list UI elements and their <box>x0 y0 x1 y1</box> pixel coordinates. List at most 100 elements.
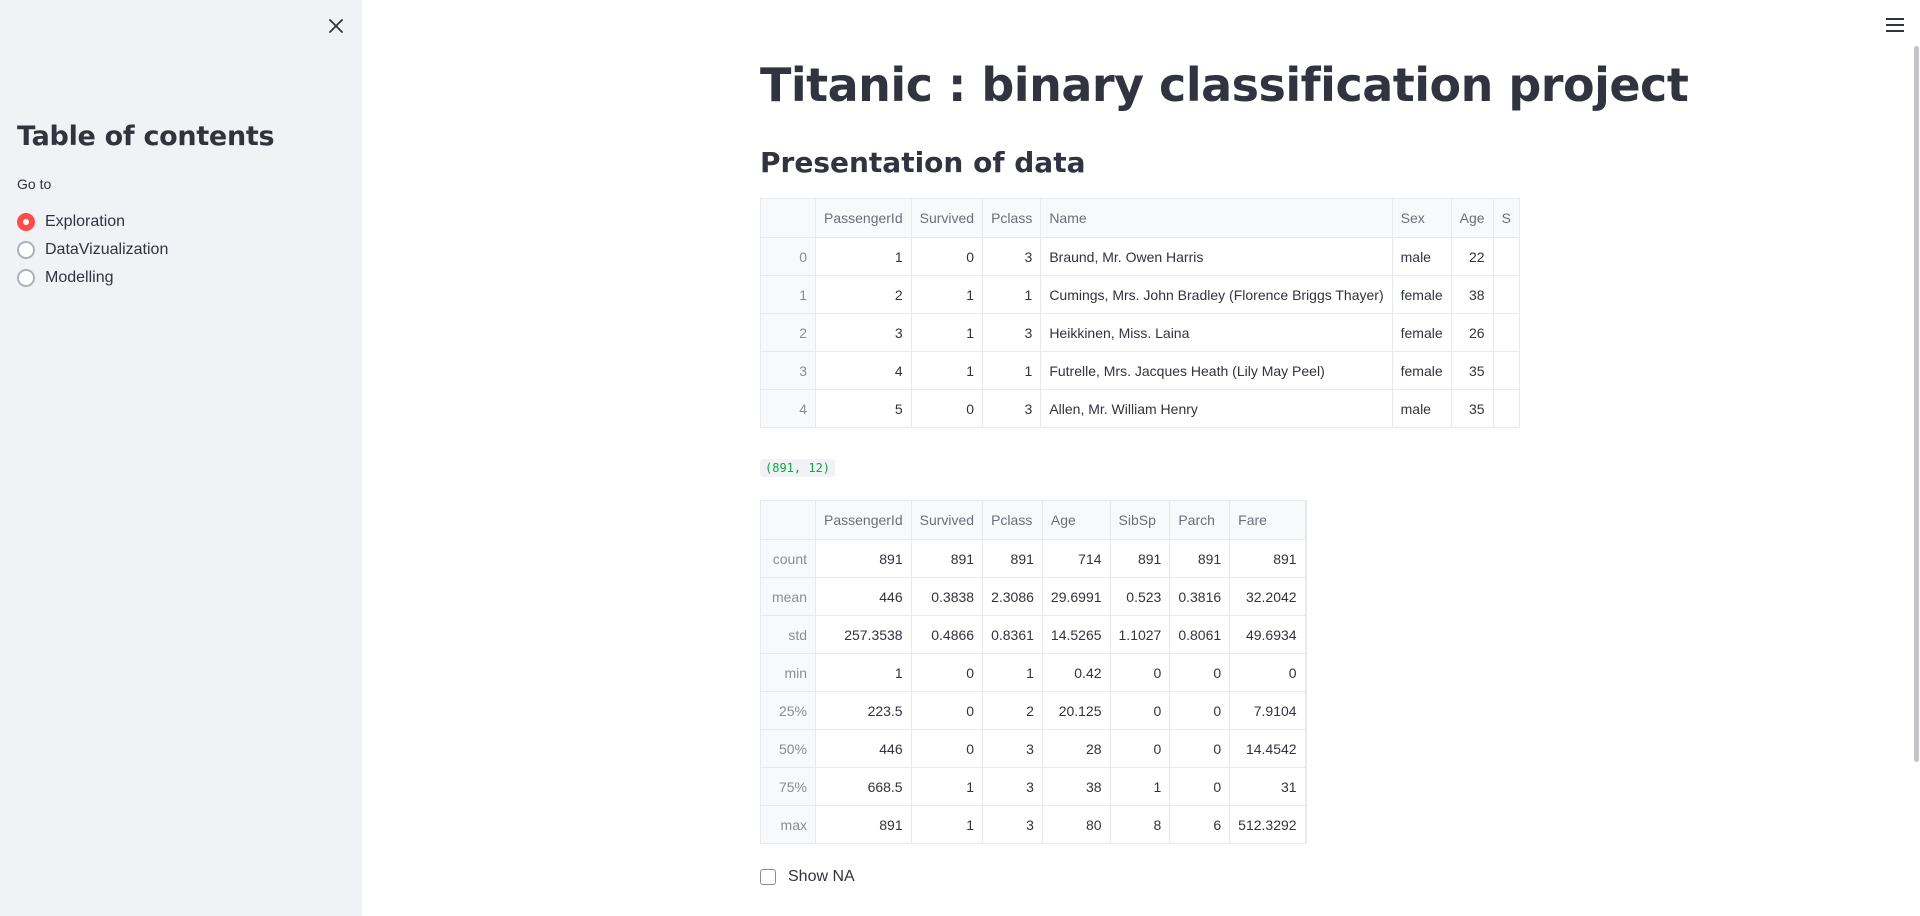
table-cell[interactable]: 14.5265 <box>1042 615 1111 654</box>
table-cell[interactable]: 446 <box>815 729 912 768</box>
table-cell[interactable]: 668.5 <box>815 767 912 806</box>
table-cell[interactable]: 2 <box>815 275 912 314</box>
column-header[interactable]: Sex <box>1392 199 1452 238</box>
table-cell[interactable]: 20.125 <box>1042 691 1111 730</box>
table-cell[interactable]: 0.4866 <box>911 615 984 654</box>
table-cell[interactable]: 1.1027 <box>1110 615 1171 654</box>
radio-datavizualization[interactable]: DataVizualization <box>17 236 168 264</box>
table-cell[interactable]: 0 <box>911 729 984 768</box>
table-cell[interactable]: 1 <box>982 275 1042 314</box>
column-header[interactable]: Pclass <box>982 501 1043 540</box>
table-cell[interactable]: 3 <box>982 767 1043 806</box>
table-cell[interactable]: 29.6991 <box>1042 577 1111 616</box>
row-index[interactable]: 50% <box>761 729 816 768</box>
table-cell[interactable]: 0 <box>911 653 984 692</box>
show-na-checkbox[interactable]: Show NA <box>760 868 855 886</box>
table-cell[interactable]: 7.9104 <box>1229 691 1306 730</box>
table-cell[interactable]: 22 <box>1451 237 1494 276</box>
dataframe-describe[interactable]: PassengerId Survived Pclass Age SibSp Parch Fa… <box>760 500 1307 844</box>
table-cell[interactable]: female <box>1392 313 1452 352</box>
table-cell[interactable]: Braund, Mr. Owen Harris <box>1040 237 1393 276</box>
table-cell[interactable]: 891 <box>911 539 984 578</box>
row-index[interactable]: std <box>761 615 816 654</box>
column-header[interactable]: S <box>1493 199 1519 238</box>
table-cell[interactable]: female <box>1392 351 1452 390</box>
table-cell[interactable]: 1 <box>982 653 1043 692</box>
row-index[interactable]: 2 <box>761 313 816 352</box>
table-cell[interactable]: 1 <box>911 275 984 314</box>
table-cell[interactable]: 3 <box>982 805 1043 843</box>
column-header[interactable] <box>761 199 816 238</box>
row-index[interactable]: 3 <box>761 351 816 390</box>
column-header[interactable]: Fare <box>1229 501 1306 540</box>
table-cell[interactable]: 0.3816 <box>1169 577 1231 616</box>
table-cell[interactable]: 26 <box>1451 313 1494 352</box>
table-cell[interactable]: 32.2042 <box>1229 577 1306 616</box>
table-cell[interactable]: 891 <box>1169 539 1231 578</box>
table-cell[interactable]: 6 <box>1169 805 1231 843</box>
table-cell[interactable]: 8 <box>1110 805 1171 843</box>
column-header[interactable]: PassengerId <box>815 199 912 238</box>
table-cell[interactable]: 257.3538 <box>815 615 912 654</box>
table-cell[interactable]: 80 <box>1042 805 1111 843</box>
column-header[interactable]: Parch <box>1169 501 1231 540</box>
table-cell[interactable]: 0 <box>1169 691 1231 730</box>
column-header[interactable]: SibSp <box>1110 501 1171 540</box>
table-cell[interactable]: 3 <box>815 313 912 352</box>
table-cell[interactable]: 891 <box>1229 539 1306 578</box>
table-cell[interactable]: 3 <box>982 313 1042 352</box>
table-cell[interactable]: 1 <box>815 653 912 692</box>
table-cell[interactable]: 2.3086 <box>982 577 1043 616</box>
column-header[interactable] <box>761 501 816 540</box>
dataframe-head[interactable]: PassengerId Survived Pclass Name Sex Age S 0 1 0 3… <box>760 198 1520 428</box>
table-cell[interactable]: 0.8061 <box>1169 615 1231 654</box>
table-cell[interactable]: Cumings, Mrs. John Bradley (Florence Bri… <box>1040 275 1393 314</box>
column-header[interactable]: Survived <box>911 199 984 238</box>
table-cell[interactable]: 35 <box>1451 389 1494 427</box>
table-cell[interactable]: male <box>1392 237 1452 276</box>
table-cell[interactable]: 1 <box>911 767 984 806</box>
table-cell[interactable]: 1 <box>982 351 1042 390</box>
table-cell[interactable]: 0 <box>911 237 984 276</box>
table-cell[interactable]: 5 <box>815 389 912 427</box>
row-index[interactable]: mean <box>761 577 816 616</box>
row-index[interactable]: 75% <box>761 767 816 806</box>
main-menu-button[interactable] <box>1882 14 1908 36</box>
table-cell[interactable]: 0 <box>911 389 984 427</box>
row-index[interactable]: 25% <box>761 691 816 730</box>
table-cell[interactable]: male <box>1392 389 1452 427</box>
table-cell[interactable]: 35 <box>1451 351 1494 390</box>
table-cell[interactable]: 891 <box>982 539 1043 578</box>
table-cell[interactable]: 0 <box>1229 653 1306 692</box>
table-cell[interactable]: 0.8361 <box>982 615 1043 654</box>
table-cell[interactable]: 0 <box>1110 691 1171 730</box>
scrollbar[interactable] <box>1914 46 1919 762</box>
radio-exploration[interactable]: Exploration <box>17 208 168 236</box>
table-cell[interactable] <box>1493 237 1519 276</box>
table-cell[interactable]: Heikkinen, Miss. Laina <box>1040 313 1393 352</box>
table-cell[interactable]: 3 <box>982 729 1043 768</box>
table-cell[interactable]: 0 <box>1110 653 1171 692</box>
table-cell[interactable]: 0.42 <box>1042 653 1111 692</box>
table-cell[interactable]: 1 <box>911 313 984 352</box>
column-header[interactable]: Age <box>1042 501 1111 540</box>
table-cell[interactable]: 38 <box>1042 767 1111 806</box>
table-cell[interactable]: 1 <box>815 237 912 276</box>
table-cell[interactable]: 3 <box>982 237 1042 276</box>
table-cell[interactable]: 3 <box>982 389 1042 427</box>
table-cell[interactable]: 223.5 <box>815 691 912 730</box>
table-cell[interactable]: 891 <box>1110 539 1171 578</box>
table-cell[interactable]: 1 <box>911 351 984 390</box>
table-cell[interactable]: 714 <box>1042 539 1111 578</box>
table-cell[interactable]: female <box>1392 275 1452 314</box>
table-cell[interactable]: 31 <box>1229 767 1306 806</box>
table-cell[interactable]: 28 <box>1042 729 1111 768</box>
column-header[interactable]: PassengerId <box>815 501 912 540</box>
table-cell[interactable]: Allen, Mr. William Henry <box>1040 389 1393 427</box>
column-header[interactable]: Age <box>1451 199 1494 238</box>
row-index[interactable]: count <box>761 539 816 578</box>
row-index[interactable]: 0 <box>761 237 816 276</box>
table-cell[interactable]: 512.3292 <box>1229 805 1306 843</box>
table-cell[interactable]: 0 <box>1110 729 1171 768</box>
column-header[interactable]: Name <box>1040 199 1393 238</box>
